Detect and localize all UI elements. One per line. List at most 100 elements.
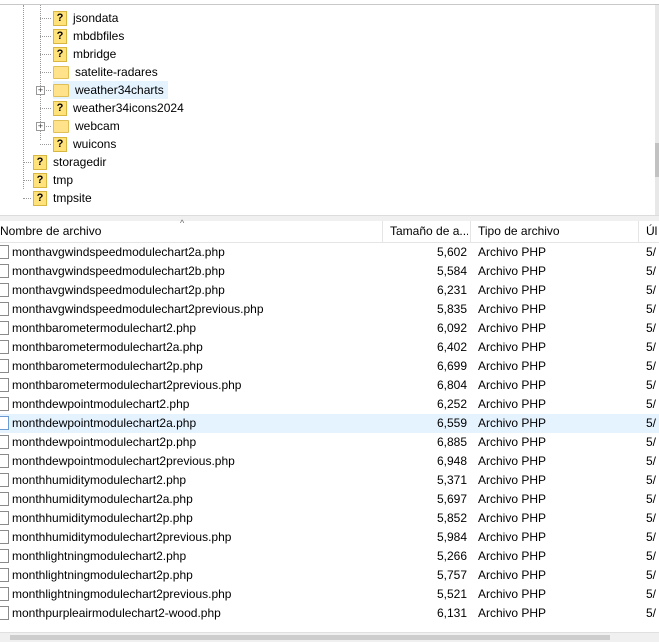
file-last-modified: 5/ bbox=[646, 397, 657, 411]
file-row[interactable]: monthavgwindspeedmodulechart2a.php 5,602 A… bbox=[0, 243, 659, 262]
file-name: monthlightningmodulechart2previous.php bbox=[12, 587, 232, 601]
php-file-icon bbox=[0, 530, 9, 544]
expand-icon[interactable]: + bbox=[36, 122, 45, 131]
file-type: Archivo PHP bbox=[478, 606, 547, 620]
tree-vertical-scrollbar[interactable] bbox=[655, 5, 659, 215]
file-last-modified: 5/ bbox=[646, 549, 657, 563]
file-row[interactable]: monthlightningmodulechart2.php 5,266 Archi… bbox=[0, 547, 659, 566]
column-divider[interactable] bbox=[382, 221, 383, 242]
file-size: 6,402 bbox=[436, 340, 467, 354]
horizontal-scrollbar-thumb[interactable] bbox=[10, 635, 610, 640]
file-type: Archivo PHP bbox=[478, 321, 547, 335]
tree-item-mbdbfiles[interactable]: ? mbdbfiles bbox=[53, 27, 128, 45]
file-row[interactable]: monthhumiditymodulechart2.php 5,371 Archiv… bbox=[0, 471, 659, 490]
tree-guide-line bbox=[40, 108, 51, 109]
file-last-modified: 5/ bbox=[646, 359, 657, 373]
file-row[interactable]: monthbarometermodulechart2a.php 6,402 Arch… bbox=[0, 338, 659, 357]
tree-guide-line bbox=[40, 144, 51, 145]
file-list[interactable]: monthavgwindspeedmodulechart2a.php 5,602 A… bbox=[0, 243, 659, 632]
file-type: Archivo PHP bbox=[478, 454, 547, 468]
column-header-size[interactable]: Tamaño de a... bbox=[390, 221, 468, 242]
column-header-last-modified[interactable]: Úl bbox=[646, 221, 659, 242]
file-type: Archivo PHP bbox=[478, 568, 547, 582]
file-row[interactable]: monthavgwindspeedmodulechart2previous.ph… bbox=[0, 300, 659, 319]
folder-icon bbox=[53, 83, 69, 97]
file-last-modified: 5/ bbox=[646, 511, 657, 525]
file-size: 5,602 bbox=[436, 245, 467, 259]
tree-item-weather34icons2024[interactable]: ? weather34icons2024 bbox=[53, 99, 188, 117]
file-row[interactable]: monthhumiditymodulechart2a.php 5,697 Archi… bbox=[0, 490, 659, 509]
file-type: Archivo PHP bbox=[478, 530, 547, 544]
file-type: Archivo PHP bbox=[478, 264, 547, 278]
file-size: 5,984 bbox=[436, 530, 467, 544]
file-type: Archivo PHP bbox=[478, 340, 547, 354]
file-size: 6,804 bbox=[436, 378, 467, 392]
file-type: Archivo PHP bbox=[478, 359, 547, 373]
file-last-modified: 5/ bbox=[646, 454, 657, 468]
file-row[interactable]: monthdewpointmodulechart2a.php 6,559 Archi… bbox=[0, 414, 659, 433]
file-type: Archivo PHP bbox=[478, 587, 547, 601]
php-file-icon bbox=[0, 264, 9, 278]
tree-guide-line bbox=[40, 72, 51, 73]
tree-item-jsondata[interactable]: ? jsondata bbox=[53, 9, 122, 27]
tree-item-tmp[interactable]: ? tmp bbox=[33, 171, 77, 189]
file-size: 6,252 bbox=[436, 397, 467, 411]
file-name: monthlightningmodulechart2.php bbox=[12, 549, 187, 563]
file-name: monthbarometermodulechart2p.php bbox=[12, 359, 203, 373]
tree-guide-line bbox=[23, 162, 31, 163]
file-name: monthavgwindspeedmodulechart2a.php bbox=[12, 245, 225, 259]
tree-item-wuicons[interactable]: ? wuicons bbox=[53, 135, 120, 153]
file-row[interactable]: monthdewpointmodulechart2.php 6,252 Archiv… bbox=[0, 395, 659, 414]
file-last-modified: 5/ bbox=[646, 321, 657, 335]
file-row[interactable]: monthlightningmodulechart2previous.php 5,… bbox=[0, 585, 659, 604]
tree-item-webcam[interactable]: webcam bbox=[53, 117, 124, 135]
file-size: 5,584 bbox=[436, 264, 467, 278]
file-row[interactable]: monthbarometermodulechart2p.php 6,699 Arch… bbox=[0, 357, 659, 376]
tree-item-tmpsite[interactable]: ? tmpsite bbox=[33, 189, 96, 207]
file-row[interactable]: monthlightningmodulechart2p.php 5,757 Arch… bbox=[0, 566, 659, 585]
column-divider[interactable] bbox=[638, 221, 639, 242]
php-file-icon bbox=[0, 321, 9, 335]
file-size: 5,697 bbox=[436, 492, 467, 506]
expand-icon[interactable]: + bbox=[36, 86, 45, 95]
tree-item-storagedir[interactable]: ? storagedir bbox=[33, 153, 110, 171]
column-header-type[interactable]: Tipo de archivo bbox=[478, 221, 638, 242]
file-name: monthbarometermodulechart2previous.php bbox=[12, 378, 242, 392]
file-row[interactable]: monthpurpleairmodulechart2-wood.php 6,131… bbox=[0, 604, 659, 623]
column-header-name[interactable]: Nombre de archivo bbox=[0, 221, 380, 242]
file-last-modified: 5/ bbox=[646, 416, 657, 430]
file-row[interactable]: monthdewpointmodulechart2previous.php 6,9… bbox=[0, 452, 659, 471]
tree-item-satelite-radares[interactable]: satelite-radares bbox=[53, 63, 162, 81]
php-file-icon bbox=[0, 587, 9, 601]
php-file-icon bbox=[0, 549, 9, 563]
remote-directory-tree[interactable]: ? jsondata? mbdbfiles? mbridge satelite-rada… bbox=[0, 5, 659, 215]
file-type: Archivo PHP bbox=[478, 492, 547, 506]
file-size: 6,559 bbox=[436, 416, 467, 430]
file-size: 6,699 bbox=[436, 359, 467, 373]
file-name: monthbarometermodulechart2a.php bbox=[12, 340, 203, 354]
file-row[interactable]: monthhumiditymodulechart2previous.php 5,9… bbox=[0, 528, 659, 547]
file-size: 6,131 bbox=[436, 606, 467, 620]
file-row[interactable]: monthavgwindspeedmodulechart2b.php 5,584 A… bbox=[0, 262, 659, 281]
file-last-modified: 5/ bbox=[646, 245, 657, 259]
file-row[interactable]: monthhumiditymodulechart2p.php 5,852 Archi… bbox=[0, 509, 659, 528]
file-last-modified: 5/ bbox=[646, 283, 657, 297]
tree-item-label: mbridge bbox=[73, 47, 117, 61]
tree-item-weather34charts[interactable]: weather34charts bbox=[53, 81, 168, 99]
file-name: monthbarometermodulechart2.php bbox=[12, 321, 197, 335]
file-row[interactable]: monthbarometermodulechart2previous.php 6,… bbox=[0, 376, 659, 395]
file-row[interactable]: monthbarometermodulechart2.php 6,092 Archi… bbox=[0, 319, 659, 338]
file-last-modified: 5/ bbox=[646, 473, 657, 487]
file-type: Archivo PHP bbox=[478, 549, 547, 563]
file-type: Archivo PHP bbox=[478, 511, 547, 525]
file-row[interactable]: monthdewpointmodulechart2p.php 6,885 Archi… bbox=[0, 433, 659, 452]
file-last-modified: 5/ bbox=[646, 530, 657, 544]
tree-scrollbar-thumb[interactable] bbox=[655, 143, 659, 177]
file-row[interactable]: monthavgwindspeedmodulechart2p.php 6,231 A… bbox=[0, 281, 659, 300]
file-name: monthpurpleairmodulechart2-wood.php bbox=[12, 606, 221, 620]
tree-item-mbridge[interactable]: ? mbridge bbox=[53, 45, 120, 63]
column-divider[interactable] bbox=[470, 221, 471, 242]
question-folder-icon: ? bbox=[53, 100, 67, 116]
php-file-icon bbox=[0, 454, 9, 468]
tree-item-label: tmp bbox=[53, 173, 74, 187]
